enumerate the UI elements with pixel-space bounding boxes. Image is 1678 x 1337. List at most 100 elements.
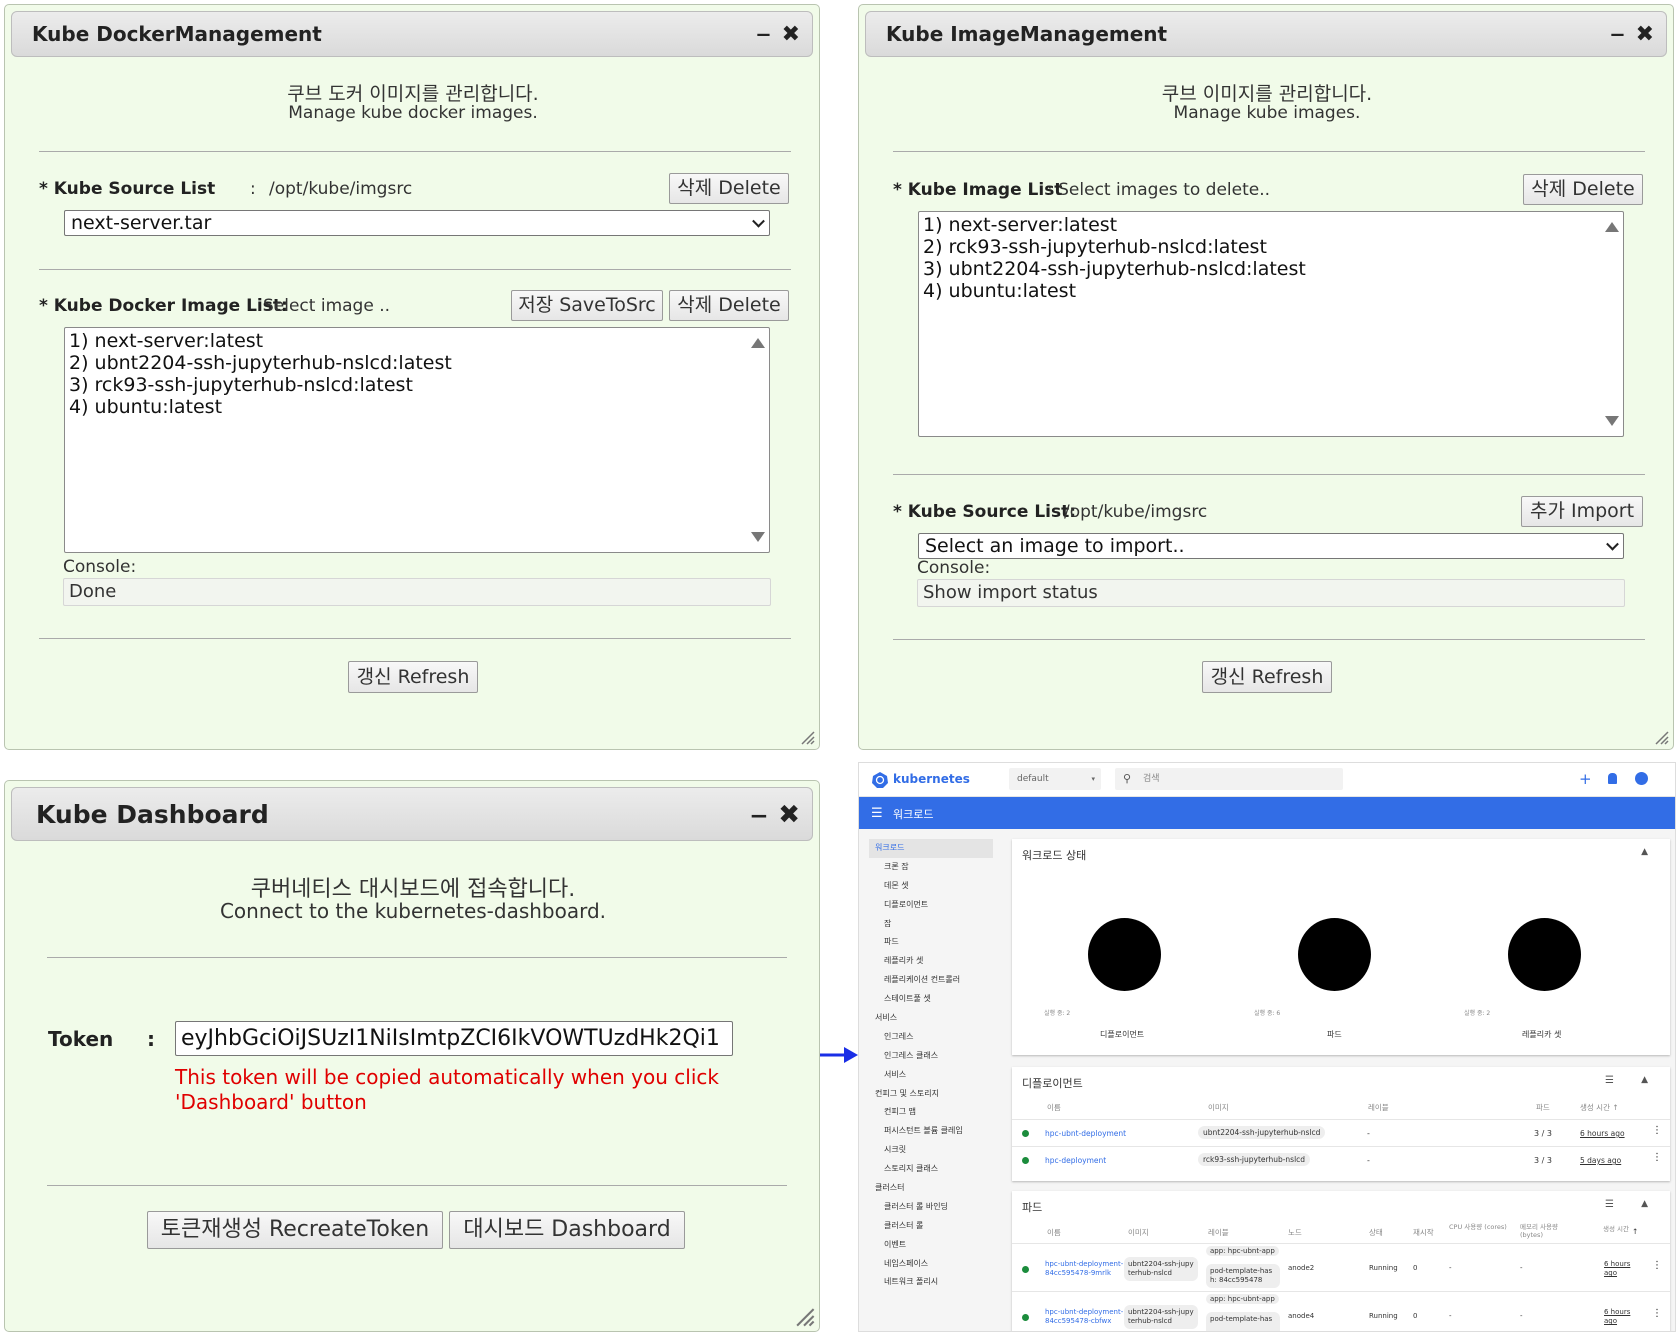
- pod-node: anode4: [1288, 1312, 1315, 1320]
- dashboard-window-titlebar[interactable]: Kube Dashboard ‒ ✖: [11, 787, 813, 841]
- sidebar-item[interactable]: 레플리카 셋: [869, 952, 993, 971]
- more-vert-icon[interactable]: ⋮: [1652, 1308, 1662, 1319]
- list-item[interactable]: 2) ubnt2204-ssh-jupyterhub-nslcd:latest: [65, 352, 769, 374]
- refresh-button[interactable]: 갱신 Refresh: [348, 661, 478, 693]
- sidebar-item[interactable]: 스테이트풀 셋: [869, 990, 993, 1009]
- sidebar-item[interactable]: 클러스터 롤 바인딩: [869, 1198, 993, 1217]
- column-header: 메모리 사용량 (bytes): [1520, 1223, 1558, 1239]
- sidebar-item[interactable]: 디플로이먼트: [869, 896, 993, 915]
- sidebar-item[interactable]: 시크릿: [869, 1141, 993, 1160]
- collapse-icon[interactable]: ▲: [1641, 1199, 1648, 1209]
- namespace-select[interactable]: default ▾: [1009, 768, 1101, 790]
- import-image-select[interactable]: Select an image to import..: [918, 533, 1624, 559]
- deployment-name[interactable]: hpc-ubnt-deployment: [1045, 1129, 1126, 1138]
- image-delete-button[interactable]: 삭제 Delete: [669, 290, 789, 321]
- more-vert-icon[interactable]: ⋮: [1652, 1125, 1662, 1136]
- sidebar-item[interactable]: 인그레스: [869, 1028, 993, 1047]
- sidebar-item[interactable]: 컨피그 맵: [869, 1103, 993, 1122]
- sidebar-item[interactable]: 클러스터 롤: [869, 1217, 993, 1236]
- resize-grip-icon[interactable]: [1653, 729, 1669, 745]
- token-colon: :: [147, 1027, 155, 1051]
- pod-name[interactable]: 84cc595478-9mrlk: [1045, 1269, 1111, 1277]
- sidebar-category[interactable]: 클러스터: [869, 1179, 993, 1198]
- list-item[interactable]: 1) next-server:latest: [919, 214, 1623, 236]
- sidebar-item[interactable]: 네트워크 폴리시: [869, 1273, 993, 1292]
- close-icon[interactable]: ✖: [782, 23, 800, 45]
- table-row[interactable]: hpc-ubnt-deployment- 84cc595478-cbfwx ub…: [1012, 1291, 1670, 1331]
- sidebar-category[interactable]: 컨피그 및 스토리지: [869, 1085, 993, 1104]
- k8s-search-input[interactable]: ⚲ 검색: [1115, 768, 1343, 790]
- dashboard-button[interactable]: 대시보드 Dashboard: [449, 1211, 685, 1249]
- list-item[interactable]: 2) rck93-ssh-jupyterhub-nslcd:latest: [919, 236, 1623, 258]
- plus-icon[interactable]: +: [1579, 770, 1592, 788]
- sidebar-item[interactable]: 네임스페이스: [869, 1255, 993, 1274]
- resize-grip-icon[interactable]: [793, 1305, 815, 1327]
- pod-label: pod-template-has: [1210, 1267, 1273, 1275]
- list-item[interactable]: 1) next-server:latest: [65, 330, 769, 352]
- scroll-up-icon[interactable]: [1605, 222, 1619, 232]
- sidebar-item[interactable]: 레플리케이션 컨트롤러: [869, 971, 993, 990]
- sidebar-item[interactable]: 서비스: [869, 1066, 993, 1085]
- collapse-icon[interactable]: ▲: [1641, 847, 1648, 857]
- sidebar-item[interactable]: 퍼시스턴트 볼륨 클레임: [869, 1122, 993, 1141]
- sidebar-item[interactable]: 데몬 셋: [869, 877, 993, 896]
- minimize-icon[interactable]: ‒: [752, 801, 766, 827]
- hamburger-menu-icon[interactable]: ☰: [871, 806, 883, 821]
- list-item[interactable]: 4) ubuntu:latest: [919, 280, 1623, 302]
- pod-name[interactable]: 84cc595478-cbfwx: [1045, 1317, 1111, 1325]
- minimize-icon[interactable]: ‒: [1611, 23, 1623, 45]
- docker-window-titlebar[interactable]: Kube DockerManagement ‒ ✖: [11, 11, 813, 57]
- list-item[interactable]: 3) ubnt2204-ssh-jupyterhub-nslcd:latest: [919, 258, 1623, 280]
- import-button[interactable]: 추가 Import: [1521, 496, 1643, 527]
- pod-name[interactable]: hpc-ubnt-deployment-: [1045, 1308, 1123, 1316]
- bell-icon[interactable]: [1608, 773, 1617, 784]
- sidebar-item[interactable]: 파드: [869, 933, 993, 952]
- sidebar-item[interactable]: 이벤트: [869, 1236, 993, 1255]
- kube-image-listbox[interactable]: 1) next-server:latest 2) rck93-ssh-jupyt…: [918, 211, 1624, 437]
- resize-grip-icon[interactable]: [799, 729, 815, 745]
- deployment-image: ubnt2204-ssh-jupyterhub-nslcd: [1198, 1126, 1326, 1139]
- sort-arrow-icon[interactable]: ↑: [1632, 1227, 1638, 1236]
- sidebar-item[interactable]: 스토리지 클래스: [869, 1160, 993, 1179]
- collapse-icon[interactable]: ▲: [1641, 1075, 1648, 1085]
- save-to-src-button[interactable]: 저장 SaveToSrc: [511, 290, 663, 321]
- workload-status-title: 워크로드 상태: [1022, 849, 1087, 862]
- scroll-up-icon[interactable]: [751, 338, 765, 348]
- sidebar-item[interactable]: 인그레스 클래스: [869, 1047, 993, 1066]
- list-item[interactable]: 4) ubuntu:latest: [65, 396, 769, 418]
- list-item[interactable]: 3) rck93-ssh-jupyterhub-nslcd:latest: [65, 374, 769, 396]
- chevron-down-icon: ▾: [1091, 775, 1095, 783]
- token-input[interactable]: eyJhbGciOiJSUzI1NiIsImtpZCI6IkVOWTUzdHk2…: [175, 1021, 733, 1056]
- image-window-title: Kube ImageManagement: [886, 22, 1168, 46]
- deployment-name[interactable]: hpc-deployment: [1045, 1156, 1106, 1165]
- table-row[interactable]: hpc-deployment rck93-ssh-jupyterhub-nslc…: [1012, 1146, 1670, 1173]
- minimize-icon[interactable]: ‒: [757, 23, 769, 45]
- table-row[interactable]: hpc-ubnt-deployment- 84cc595478-9mrlk ub…: [1012, 1243, 1670, 1291]
- more-vert-icon[interactable]: ⋮: [1652, 1152, 1662, 1163]
- sidebar-item[interactable]: 잡: [869, 915, 993, 934]
- recreate-token-button[interactable]: 토큰재생성 RecreateToken: [147, 1211, 443, 1249]
- chevron-down-icon: [1606, 537, 1619, 551]
- filter-icon[interactable]: ☰: [1605, 1075, 1614, 1086]
- pod-cpu: -: [1449, 1312, 1452, 1320]
- sidebar-item-workloads[interactable]: 워크로드: [869, 839, 993, 858]
- refresh-button[interactable]: 갱신 Refresh: [1202, 661, 1332, 693]
- sidebar-item[interactable]: 크론 잡: [869, 858, 993, 877]
- image-delete-button[interactable]: 삭제 Delete: [1523, 174, 1643, 205]
- source-file-select[interactable]: next-server.tar: [64, 210, 770, 236]
- status-caption: 실행 중: 2: [1464, 1010, 1491, 1017]
- pod-image-chip: ubnt2204-ssh-jupy terhub-nslcd: [1124, 1257, 1198, 1281]
- scroll-down-icon[interactable]: [1605, 416, 1619, 426]
- sidebar-category[interactable]: 서비스: [869, 1009, 993, 1028]
- scroll-down-icon[interactable]: [751, 532, 765, 542]
- account-icon[interactable]: [1635, 772, 1648, 785]
- docker-image-listbox[interactable]: 1) next-server:latest 2) ubnt2204-ssh-ju…: [64, 327, 770, 553]
- image-window-titlebar[interactable]: Kube ImageManagement ‒ ✖: [865, 11, 1667, 57]
- close-icon[interactable]: ✖: [1636, 23, 1654, 45]
- more-vert-icon[interactable]: ⋮: [1652, 1260, 1662, 1271]
- filter-icon[interactable]: ☰: [1605, 1199, 1614, 1210]
- source-delete-button[interactable]: 삭제 Delete: [669, 173, 789, 204]
- close-icon[interactable]: ✖: [778, 801, 800, 827]
- table-row[interactable]: hpc-ubnt-deployment ubnt2204-ssh-jupyter…: [1012, 1119, 1670, 1146]
- pod-name[interactable]: hpc-ubnt-deployment-: [1045, 1260, 1123, 1268]
